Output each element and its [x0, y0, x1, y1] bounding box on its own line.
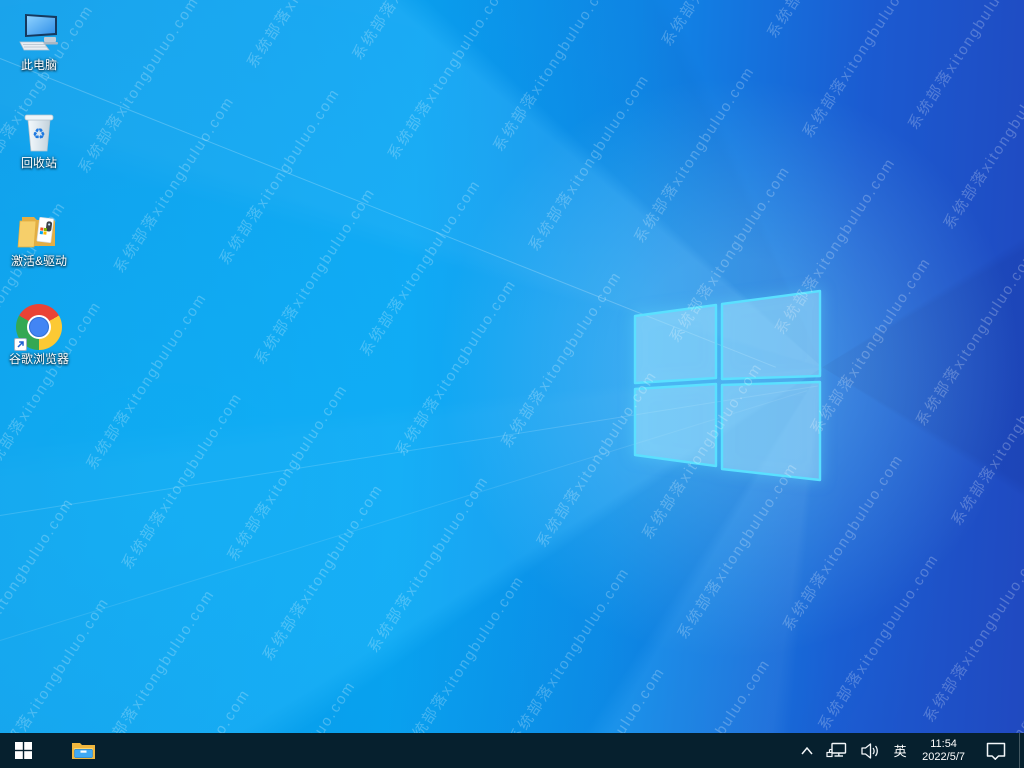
tray-volume-button[interactable] — [854, 733, 886, 768]
desktop-icon-chrome[interactable]: 谷歌浏览器 — [2, 302, 76, 366]
action-center-icon — [986, 742, 1006, 760]
desktop-icon-recycle-bin[interactable]: ♻ 回收站 — [2, 106, 76, 170]
desktop-icon-label: 回收站 — [20, 156, 57, 170]
file-explorer-button[interactable] — [60, 733, 106, 768]
recycle-bin-icon: ♻ — [24, 114, 54, 152]
network-ethernet-icon — [826, 742, 847, 758]
svg-text:♻: ♻ — [32, 126, 45, 143]
taskbar: 英 11:54 2022/5/7 — [0, 733, 1024, 768]
chrome-icon — [14, 304, 62, 351]
desktop-icon-label: 此电脑 — [20, 58, 57, 72]
this-pc-icon — [19, 14, 58, 51]
windows-wallpaper-logo-icon — [633, 289, 822, 482]
shortcut-arrow-icon — [14, 338, 27, 351]
desktop-icon-label: 谷歌浏览器 — [8, 352, 69, 366]
desktop-icon-label: 激活&驱动 — [10, 254, 67, 268]
tray-network-button[interactable] — [820, 733, 854, 768]
clock-date: 2022/5/7 — [922, 750, 965, 763]
action-center-button[interactable] — [973, 733, 1019, 768]
chevron-up-icon — [801, 746, 813, 754]
desktop-icon-this-pc[interactable]: 此电脑 — [2, 8, 76, 72]
speaker-icon — [861, 742, 879, 759]
windows-logo-icon — [14, 742, 32, 759]
wallpaper-light-rays — [0, 0, 1024, 733]
desktop-icon-activation-drivers[interactable]: 激活&驱动 — [2, 204, 76, 268]
tray-ime-indicator[interactable]: 英 — [886, 733, 914, 768]
tray-clock[interactable]: 11:54 2022/5/7 — [914, 733, 973, 768]
start-button[interactable] — [0, 733, 46, 768]
show-desktop-button[interactable] — [1019, 733, 1024, 768]
folder-icon — [17, 217, 55, 248]
taskbar-empty-area — [106, 733, 794, 768]
tray-chevron-up-button[interactable] — [794, 733, 820, 768]
desktop[interactable]: 系统部落xitongbuluo.com 系统部落xitongbuluo.com … — [0, 0, 1024, 733]
clock-time: 11:54 — [930, 737, 957, 750]
file-explorer-icon — [71, 743, 95, 759]
